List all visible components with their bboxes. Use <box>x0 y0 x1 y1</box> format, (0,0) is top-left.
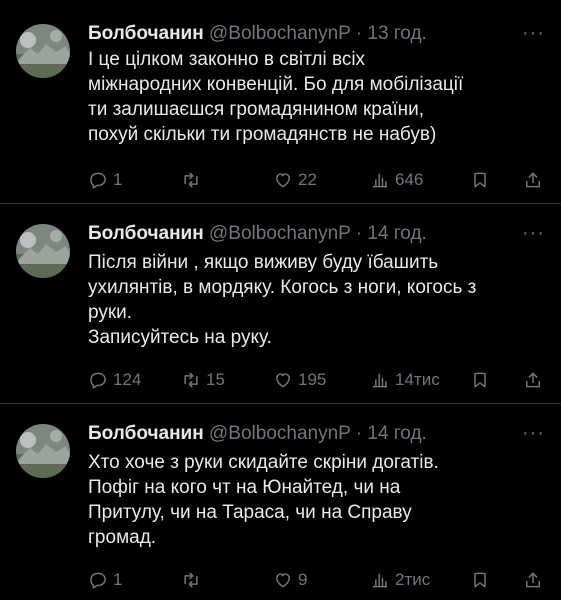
views-icon <box>372 573 388 588</box>
tweet-header: Болбочанин @BolbochanynP · 13 год. <box>88 22 427 46</box>
reply-count: 1 <box>113 170 123 189</box>
like-icon <box>276 573 290 588</box>
bookmark-icon <box>474 172 486 188</box>
reply-count: 124 <box>113 370 142 389</box>
retweet-button[interactable] <box>181 168 206 192</box>
reply-count: 1 <box>113 570 123 589</box>
tweet-text: І це цілком законно в світлі всіх міжнар… <box>88 49 464 145</box>
timestamp[interactable]: 14 год. <box>367 223 426 244</box>
views-icon <box>372 373 388 388</box>
views-button[interactable]: 646 <box>370 168 423 192</box>
bookmark-button[interactable] <box>470 568 490 592</box>
tweet[interactable]: Болбочанин @BolbochanynP · 14 год. ··· Х… <box>0 403 561 599</box>
views-count: 646 <box>395 170 424 189</box>
bookmark-button[interactable] <box>470 368 490 392</box>
reply-button[interactable]: 1 <box>88 568 122 592</box>
retweet-icon <box>184 372 198 388</box>
avatar[interactable] <box>16 24 70 78</box>
more-icon[interactable]: ··· <box>522 222 545 245</box>
tweet-header: Болбочанин @BolbochanynP · 14 год. <box>88 422 427 446</box>
timestamp[interactable]: 14 год. <box>367 423 426 444</box>
author-handle[interactable]: @BolbochanynP <box>209 223 350 244</box>
like-count: 22 <box>298 170 317 189</box>
views-icon <box>372 173 388 188</box>
tweet-actions: 124 15 195 14тис <box>88 368 545 392</box>
tweet-header: Болбочанин @BolbochanynP · 14 год. <box>88 222 427 246</box>
reply-icon <box>90 572 106 589</box>
views-count: 2тис <box>395 570 431 589</box>
tweet[interactable]: Болбочанин @BolbochanynP · 14 год. ··· П… <box>0 203 561 403</box>
like-count: 9 <box>298 570 308 589</box>
timestamp[interactable]: 13 год. <box>367 23 426 44</box>
more-icon[interactable]: ··· <box>522 22 545 45</box>
views-count: 14тис <box>395 370 440 389</box>
tweet[interactable]: Болбочанин @BolbochanynP · 13 год. ··· І… <box>0 0 561 203</box>
like-button[interactable]: 22 <box>273 168 317 192</box>
more-icon[interactable]: ··· <box>522 422 545 445</box>
author-handle[interactable]: @BolbochanynP <box>209 23 350 44</box>
bookmark-button[interactable] <box>470 168 490 192</box>
share-icon <box>526 172 540 188</box>
retweet-count: 15 <box>206 370 225 389</box>
reply-button[interactable]: 1 <box>88 168 122 192</box>
views-button[interactable]: 2тис <box>370 568 430 592</box>
like-icon <box>276 373 290 388</box>
like-button[interactable]: 195 <box>273 368 326 392</box>
reply-icon <box>90 372 106 389</box>
tweet-actions: 1 22 646 <box>88 168 545 192</box>
retweet-button[interactable]: 15 <box>181 368 225 392</box>
tweet-actions: 1 9 2тис <box>88 568 545 592</box>
tweet-text: Після війни , якщо виживу буду їбашить у… <box>88 252 477 348</box>
views-button[interactable]: 14тис <box>370 368 440 392</box>
avatar[interactable] <box>16 424 70 478</box>
retweet-button[interactable] <box>181 568 206 592</box>
like-button[interactable]: 9 <box>273 568 307 592</box>
share-icon <box>526 572 540 588</box>
bookmark-icon <box>474 372 486 388</box>
share-icon <box>526 372 540 388</box>
avatar[interactable] <box>16 224 70 278</box>
author-name[interactable]: Болбочанин <box>88 223 204 244</box>
like-icon <box>276 173 290 188</box>
tweet-text: Хто хоче з руки скидайте скріни догатів.… <box>88 452 439 548</box>
bookmark-icon <box>474 572 486 588</box>
separator: · <box>355 423 363 444</box>
reply-icon <box>90 172 106 189</box>
separator: · <box>355 23 363 44</box>
retweet-icon <box>184 172 198 188</box>
share-button[interactable] <box>523 568 543 592</box>
share-button[interactable] <box>523 168 543 192</box>
author-name[interactable]: Болбочанин <box>88 423 204 444</box>
share-button[interactable] <box>523 368 543 392</box>
like-count: 195 <box>298 370 327 389</box>
author-handle[interactable]: @BolbochanynP <box>209 423 350 444</box>
reply-button[interactable]: 124 <box>88 368 141 392</box>
retweet-icon <box>184 572 198 588</box>
author-name[interactable]: Болбочанин <box>88 23 204 44</box>
separator: · <box>355 223 363 244</box>
